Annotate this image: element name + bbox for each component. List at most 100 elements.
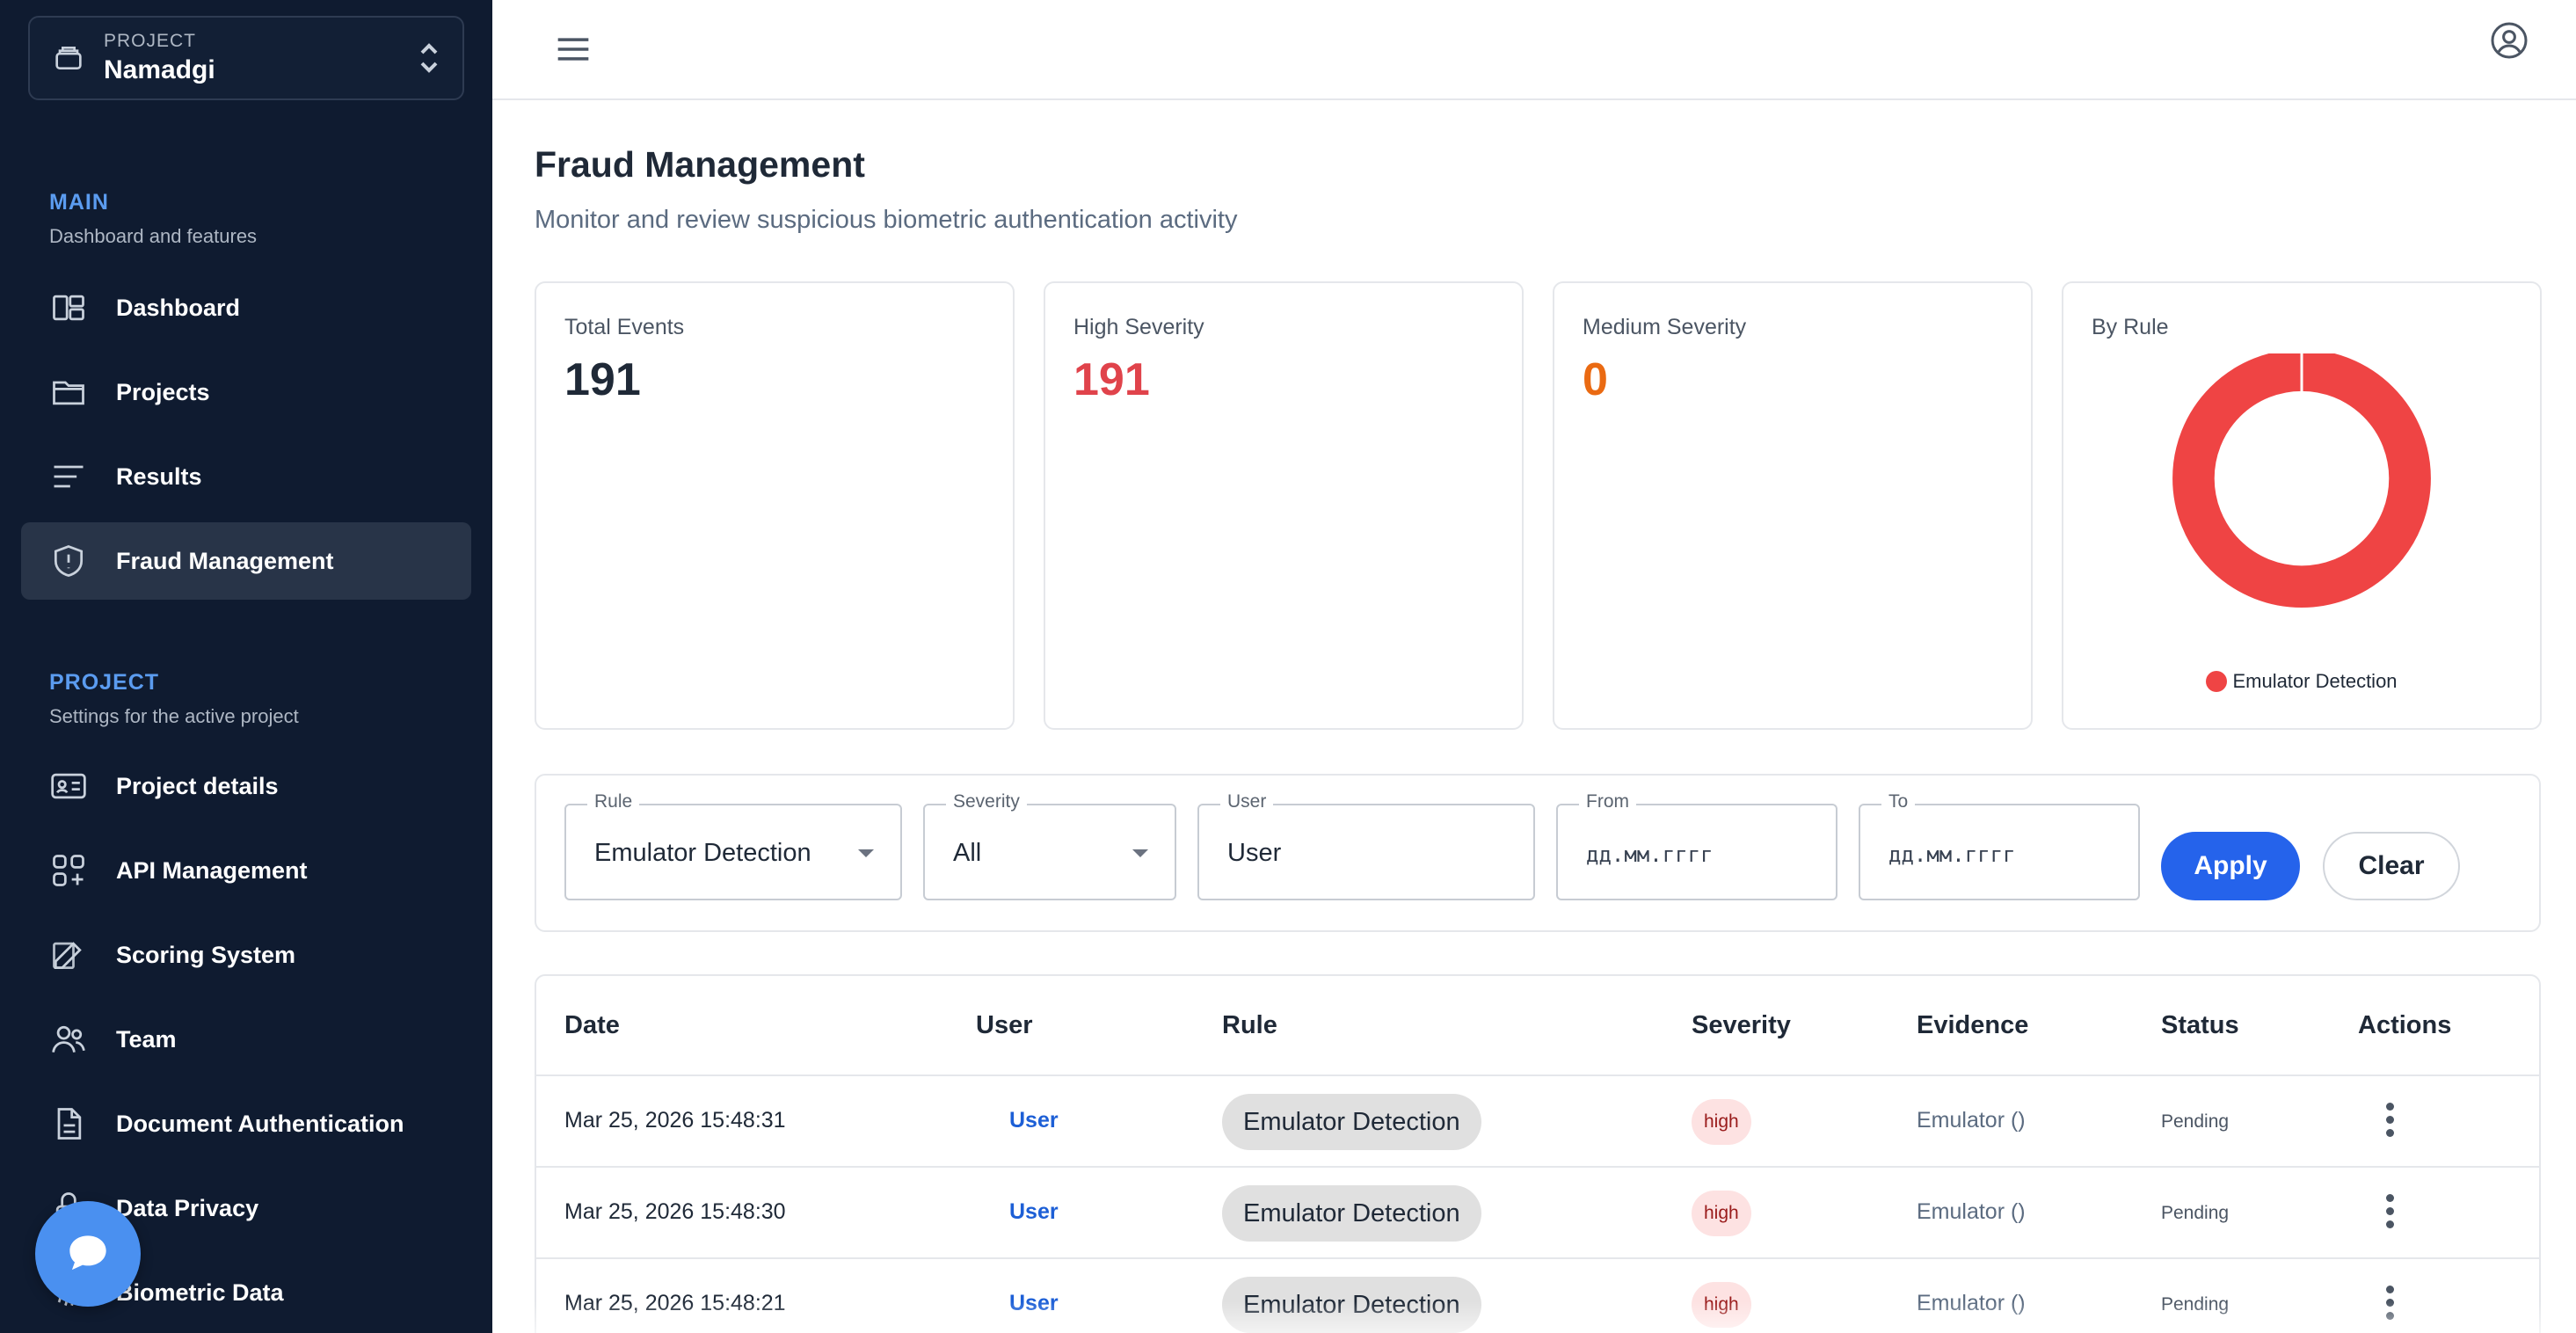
user-placeholder: User (1227, 839, 1282, 867)
sidebar-item-scoring-system[interactable]: Scoring System (21, 916, 471, 994)
main-section-title: MAIN (49, 190, 109, 215)
more-actions-icon[interactable] (2381, 1194, 2398, 1233)
sidebar-item-projects[interactable]: Projects (21, 353, 471, 431)
sidebar-item-results[interactable]: Results (21, 438, 471, 515)
cell-status: Pending (2161, 1203, 2230, 1223)
high-severity-value: 191 (1073, 354, 1150, 405)
sidebar-item-label: Data Privacy (116, 1194, 259, 1221)
sidebar: PROJECT Namadgi MAIN Dashboard and featu… (0, 0, 492, 1333)
chat-icon (69, 1235, 106, 1271)
sidebar-item-fraud-management[interactable]: Fraud Management (21, 522, 471, 600)
by-rule-card: By Rule Emulator Detection (2062, 281, 2542, 730)
sidebar-item-document-authentication[interactable]: Document Authentication (21, 1085, 471, 1162)
main-section-subtitle: Dashboard and features (49, 225, 258, 247)
total-events-card: Total Events 191 (535, 281, 1015, 730)
clear-button[interactable]: Clear (2323, 832, 2460, 900)
project-section-subtitle: Settings for the active project (49, 705, 299, 727)
sidebar-item-label: Team (116, 1025, 177, 1053)
project-section-title: PROJECT (49, 670, 160, 695)
sidebar-item-dashboard[interactable]: Dashboard (21, 269, 471, 346)
sidebar-item-label: Projects (116, 378, 210, 405)
sidebar-item-label: Scoring System (116, 941, 296, 968)
cell-status: Pending (2161, 1111, 2230, 1132)
top-bar (492, 0, 2576, 100)
page-subtitle: Monitor and review suspicious biometric … (535, 206, 1238, 234)
sidebar-item-label: Biometric Data (116, 1278, 284, 1306)
legend-swatch (2206, 671, 2228, 692)
legend-label: Emulator Detection (2232, 670, 2398, 692)
project-switcher[interactable]: PROJECT Namadgi (28, 16, 464, 100)
stat-label: Medium Severity (1583, 315, 1747, 339)
document-icon (57, 1108, 82, 1140)
from-placeholder: дд.мм.гггг (1586, 842, 1714, 867)
cell-user-link[interactable]: User (1009, 1108, 1059, 1133)
cell-date: Mar 25, 2026 15:48:30 (564, 1199, 786, 1224)
column-header-actions: Actions (2358, 1011, 2452, 1039)
column-header-user[interactable]: User (976, 1011, 1033, 1040)
rule-label: Rule (587, 791, 640, 812)
sidebar-item-label: API Management (116, 856, 308, 884)
legend-item[interactable]: Emulator Detection (2206, 670, 2398, 692)
rule-chip: Emulator Detection (1222, 1185, 1481, 1242)
sidebar-item-label: Fraud Management (116, 547, 334, 574)
folder-icon (53, 381, 84, 405)
sidebar-item-label: Results (116, 463, 202, 490)
project-switcher-caption: PROJECT (104, 31, 197, 51)
total-events-value: 191 (564, 354, 641, 405)
unfold-icon (420, 43, 438, 73)
account-icon[interactable] (2488, 19, 2530, 62)
to-label: To (1881, 791, 1916, 812)
user-input[interactable]: User User (1197, 791, 1535, 900)
fraud-events-table: Date User Rule Severity Evidence Status … (535, 974, 2541, 1333)
menu-icon[interactable] (550, 26, 596, 72)
layers-icon (55, 47, 82, 70)
project-switcher-name: Namadgi (104, 55, 215, 84)
table-row[interactable]: Mar 25, 2026 15:48:30 User Emulator Dete… (536, 1168, 2539, 1259)
sidebar-item-label: Document Authentication (116, 1110, 404, 1137)
cell-user-link[interactable]: User (1009, 1199, 1059, 1225)
column-header-date[interactable]: Date (564, 1011, 620, 1040)
severity-select[interactable]: Severity All (923, 791, 1176, 900)
shield-icon (54, 545, 84, 577)
rule-select[interactable]: Rule Emulator Detection (564, 791, 902, 900)
high-severity-card: High Severity 191 (1044, 281, 1524, 730)
severity-badge: high (1692, 1191, 1751, 1236)
medium-severity-card: Medium Severity 0 (1553, 281, 2033, 730)
column-header-evidence[interactable]: Evidence (1917, 1011, 2028, 1040)
chart-title: By Rule (2092, 315, 2169, 339)
pie-slice-emulator-detection[interactable] (2172, 353, 2431, 608)
severity-badge: high (1692, 1099, 1751, 1145)
page-title: Fraud Management (535, 144, 865, 185)
rule-chip: Emulator Detection (1222, 1094, 1481, 1150)
sidebar-item-api-management[interactable]: API Management (21, 832, 471, 909)
stat-label: Total Events (564, 315, 685, 339)
sidebar-item-project-details[interactable]: Project details (21, 747, 471, 825)
to-date-input[interactable]: To дд.мм.гггг (1859, 791, 2140, 900)
cell-date: Mar 25, 2026 15:48:31 (564, 1108, 786, 1133)
column-header-status[interactable]: Status (2161, 1011, 2239, 1040)
from-date-input[interactable]: From дд.мм.гггг (1556, 791, 1837, 900)
sidebar-item-label: Project details (116, 772, 279, 799)
by-rule-donut-chart (2172, 353, 2431, 608)
severity-label: Severity (946, 791, 1027, 812)
medium-severity-value: 0 (1583, 354, 1608, 405)
stat-label: High Severity (1073, 315, 1204, 339)
users-icon (52, 1025, 85, 1053)
sidebar-item-team[interactable]: Team (21, 1001, 471, 1078)
chat-widget-button[interactable] (35, 1201, 141, 1307)
dashboard-icon (53, 295, 84, 321)
from-label: From (1579, 791, 1636, 812)
apply-button[interactable]: Apply (2161, 832, 2300, 900)
table-row[interactable]: Mar 25, 2026 15:48:31 User Emulator Dete… (536, 1076, 2539, 1168)
column-header-rule[interactable]: Rule (1222, 1011, 1277, 1040)
severity-value: All (953, 839, 982, 867)
edit-icon (53, 942, 82, 970)
cell-evidence: Emulator () (1917, 1199, 2026, 1224)
id-card-icon (51, 773, 86, 799)
more-actions-icon[interactable] (2381, 1103, 2398, 1141)
to-placeholder: дд.мм.гггг (1888, 842, 2016, 867)
scroll-fade (492, 1301, 2576, 1333)
sidebar-item-label: Dashboard (116, 294, 241, 321)
dropdown-caret-icon (858, 849, 874, 857)
column-header-severity[interactable]: Severity (1692, 1011, 1791, 1040)
